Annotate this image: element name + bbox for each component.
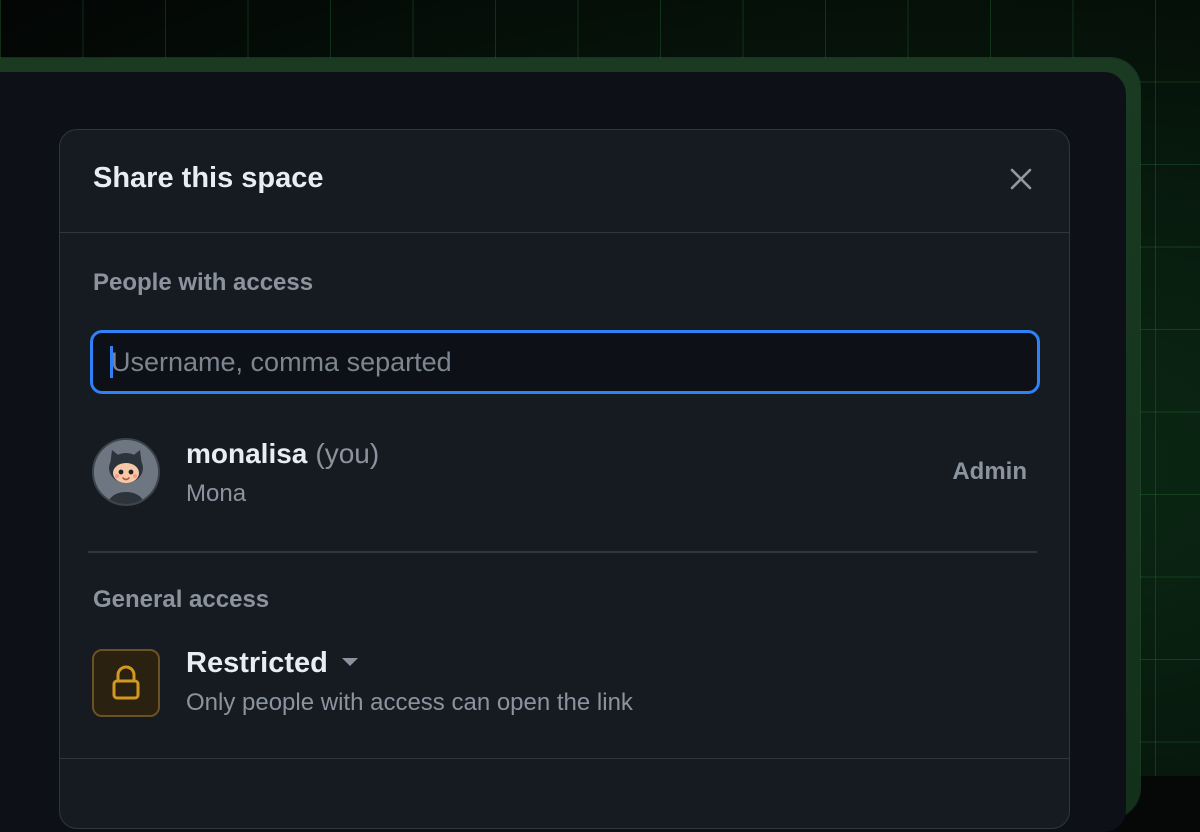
footer-divider — [60, 758, 1069, 759]
access-level-label: Restricted — [186, 647, 328, 679]
user-display-name: Mona — [186, 480, 247, 507]
you-tag: (you) — [315, 438, 380, 469]
role-dropdown[interactable]: Admin — [952, 458, 1027, 486]
general-access-label: General access — [93, 586, 270, 613]
user-name: monalisa (you) — [186, 438, 379, 470]
dialog-header: Share this space — [60, 130, 1069, 233]
close-icon — [1010, 168, 1032, 190]
people-with-access-label: People with access — [93, 269, 314, 296]
access-description: Only people with access can open the lin… — [186, 689, 633, 716]
chevron-down-icon — [341, 658, 358, 667]
text-caret — [110, 346, 113, 378]
lock-icon — [92, 649, 160, 717]
section-divider — [88, 551, 1037, 553]
user-row: monalisa (you) Mona Admin — [92, 438, 1027, 508]
dialog-title: Share this space — [93, 162, 324, 194]
access-level-dropdown[interactable]: Restricted — [186, 647, 358, 680]
close-button[interactable] — [1007, 165, 1035, 193]
share-dialog: Share this space People with access User… — [59, 129, 1070, 829]
general-access-row: Restricted Only people with access can o… — [92, 647, 1027, 719]
octocat-avatar-icon — [92, 438, 160, 506]
username-input[interactable] — [90, 330, 1040, 394]
username: monalisa — [186, 438, 308, 469]
